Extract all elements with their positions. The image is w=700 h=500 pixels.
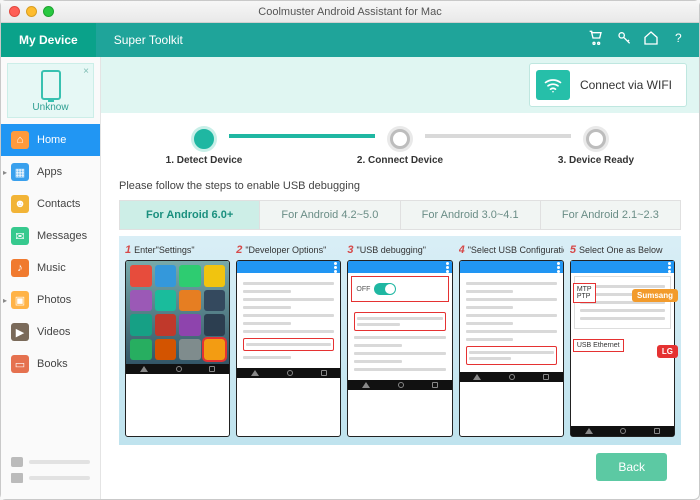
step2-circle bbox=[390, 129, 410, 149]
phone-mock-2 bbox=[236, 260, 341, 437]
tab-super-toolkit[interactable]: Super Toolkit bbox=[96, 23, 201, 57]
device-close-icon[interactable]: × bbox=[83, 66, 89, 77]
tab-android-30[interactable]: For Android 3.0~4.1 bbox=[401, 200, 541, 230]
svg-text:?: ? bbox=[675, 31, 682, 45]
connect-wifi-button[interactable]: Connect via WIFI bbox=[529, 63, 687, 107]
wifi-row: Connect via WIFI bbox=[101, 57, 699, 113]
caret-icon: ▸ bbox=[3, 296, 7, 305]
music-nav-icon: ♪ bbox=[11, 259, 29, 277]
step-settings: 1Enter"Settings" bbox=[125, 244, 230, 437]
nav-label: Photos bbox=[37, 294, 71, 306]
device-name: Unknow bbox=[12, 102, 89, 113]
contacts-nav-icon: ☻ bbox=[11, 195, 29, 213]
step1-label: 1. Detect Device bbox=[166, 155, 243, 166]
phone-mock-3: OFF bbox=[347, 260, 452, 437]
intro-text: Please follow the steps to enable USB de… bbox=[119, 180, 681, 192]
close-window-button[interactable] bbox=[9, 6, 20, 17]
nav-home[interactable]: ⌂ Home bbox=[1, 124, 100, 156]
nav-label: Home bbox=[37, 134, 66, 146]
books-nav-icon: ▭ bbox=[11, 355, 29, 373]
tab-android-42[interactable]: For Android 4.2~5.0 bbox=[260, 200, 400, 230]
nav-contacts[interactable]: ☻ Contacts bbox=[1, 188, 100, 220]
step-usb-config: 4"Select USB Configuration" bbox=[459, 244, 564, 437]
cart-icon[interactable] bbox=[587, 30, 603, 51]
nav-label: Messages bbox=[37, 230, 87, 242]
apps-nav-icon: ▦ bbox=[11, 163, 29, 181]
phone-mock-1 bbox=[125, 260, 230, 437]
internal-storage-icon bbox=[11, 457, 23, 467]
step-usb-debug: 3"USB debugging" OFF bbox=[347, 244, 452, 437]
internal-storage-bar bbox=[29, 460, 90, 464]
mac-titlebar: Coolmuster Android Assistant for Mac bbox=[1, 1, 699, 23]
device-card[interactable]: × Unknow bbox=[7, 63, 94, 118]
step-line-1 bbox=[229, 134, 375, 138]
nav-label: Videos bbox=[37, 326, 70, 338]
samsung-tag: Sumsang bbox=[632, 289, 678, 302]
photos-nav-icon: ▣ bbox=[11, 291, 29, 309]
sidebar: × Unknow ⌂ Home ▸ ▦ Apps ☻ Contacts bbox=[1, 57, 101, 499]
wifi-button-label: Connect via WIFI bbox=[580, 78, 672, 92]
messages-nav-icon: ✉ bbox=[11, 227, 29, 245]
wifi-icon bbox=[536, 70, 570, 100]
window-title: Coolmuster Android Assistant for Mac bbox=[1, 6, 699, 18]
instruction-steps: 1Enter"Settings" 2"Develop bbox=[119, 236, 681, 445]
phone-mock-5: MTP PTP USB Ethernet Sumsang LG bbox=[570, 260, 675, 437]
videos-nav-icon: ▶ bbox=[11, 323, 29, 341]
android-version-tabs: For Android 6.0+ For Android 4.2~5.0 For… bbox=[119, 200, 681, 230]
usb-ethernet-callout: USB Ethernet bbox=[573, 339, 624, 352]
nav-photos[interactable]: ▸ ▣ Photos bbox=[1, 284, 100, 316]
sd-storage-icon bbox=[11, 473, 23, 483]
step-select-one: 5Select One as Below MTP PTP USB Etherne… bbox=[570, 244, 675, 437]
step-line-2 bbox=[425, 134, 571, 138]
tab-android-6[interactable]: For Android 6.0+ bbox=[119, 200, 260, 230]
zoom-window-button[interactable] bbox=[43, 6, 54, 17]
content-area: Connect via WIFI 1. Detect Device 2. Con… bbox=[101, 57, 699, 499]
device-phone-icon bbox=[41, 70, 61, 100]
nav-label: Contacts bbox=[37, 198, 80, 210]
lg-tag: LG bbox=[657, 345, 678, 358]
phone-mock-4 bbox=[459, 260, 564, 437]
nav-music[interactable]: ♪ Music bbox=[1, 252, 100, 284]
app-window: Coolmuster Android Assistant for Mac My … bbox=[0, 0, 700, 500]
nav-videos[interactable]: ▶ Videos bbox=[1, 316, 100, 348]
nav-messages[interactable]: ✉ Messages bbox=[1, 220, 100, 252]
caret-icon: ▸ bbox=[3, 168, 7, 177]
tab-android-21[interactable]: For Android 2.1~2.3 bbox=[541, 200, 681, 230]
step3-label: 3. Device Ready bbox=[558, 155, 634, 166]
home-nav-icon: ⌂ bbox=[11, 131, 29, 149]
minimize-window-button[interactable] bbox=[26, 6, 37, 17]
step2-label: 2. Connect Device bbox=[357, 155, 443, 166]
footer: Back bbox=[119, 445, 681, 489]
storage-indicators bbox=[1, 447, 100, 499]
nav-label: Music bbox=[37, 262, 66, 274]
nav-apps[interactable]: ▸ ▦ Apps bbox=[1, 156, 100, 188]
nav-list: ⌂ Home ▸ ▦ Apps ☻ Contacts ✉ Messages bbox=[1, 124, 100, 380]
nav-books[interactable]: ▭ Books bbox=[1, 348, 100, 380]
top-bar: My Device Super Toolkit ? bbox=[1, 23, 699, 57]
home-icon[interactable] bbox=[643, 30, 659, 51]
tab-my-device[interactable]: My Device bbox=[1, 23, 96, 57]
nav-label: Books bbox=[37, 358, 68, 370]
mtp-ptp-callout: MTP PTP bbox=[573, 283, 596, 303]
step-dev-options: 2"Developer Options" bbox=[236, 244, 341, 437]
help-icon[interactable]: ? bbox=[671, 30, 687, 51]
key-icon[interactable] bbox=[615, 30, 631, 51]
step3-circle bbox=[586, 129, 606, 149]
toggle-icon bbox=[374, 283, 396, 295]
back-button[interactable]: Back bbox=[596, 453, 667, 481]
step1-circle bbox=[194, 129, 214, 149]
sd-storage-bar bbox=[29, 476, 90, 480]
connect-stepper: 1. Detect Device 2. Connect Device 3. De… bbox=[119, 123, 681, 166]
nav-label: Apps bbox=[37, 166, 62, 178]
